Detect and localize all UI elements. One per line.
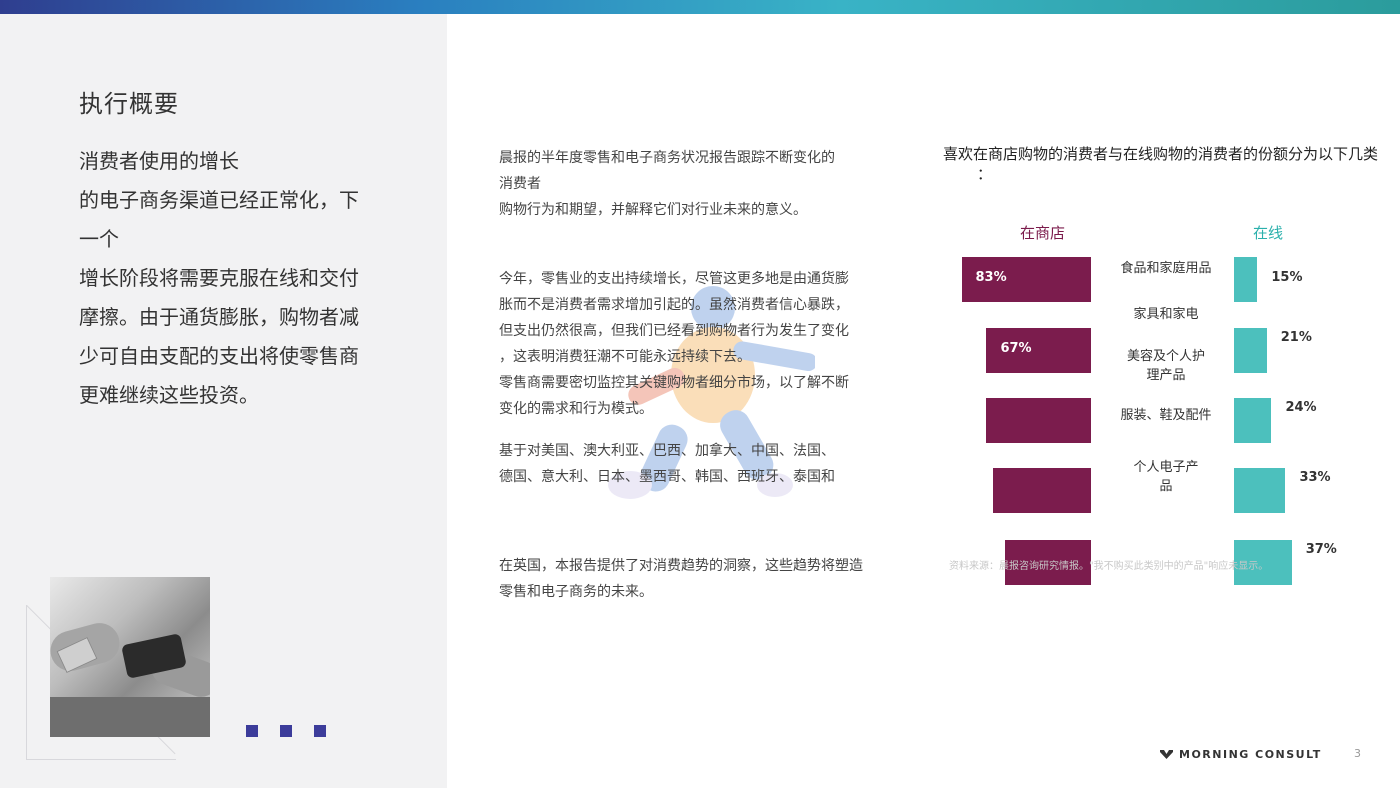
top-gradient-bar	[0, 0, 1400, 14]
spending-paragraph: 今年，零售业的支出持续增长，尽管这更多地是由通货膨 胀而不是消费者需求增加引起的…	[499, 266, 899, 422]
countries-paragraph: 基于对美国、澳大利亚、巴西、加拿大、中国、法国、 德国、意大利、日本、墨西哥、韩…	[499, 438, 899, 490]
bar-online	[1234, 468, 1286, 513]
brand-name: MORNING CONSULT	[1179, 748, 1322, 761]
text-line: 胀而不是消费者需求增加引起的。虽然消费者信心暴跌，	[499, 297, 849, 313]
text-line: 变化的需求和行为模式。	[499, 401, 653, 417]
text-line: 今年，零售业的支出持续增长，尽管这更多地是由通货膨	[499, 271, 849, 287]
uk-paragraph: 在英国，本报告提供了对消费趋势的洞察，这些趋势将塑造 零售和电子商务的未来。	[499, 553, 899, 605]
dot	[246, 725, 258, 737]
category-label: 个人电子产品	[1133, 460, 1199, 494]
text-line: 但支出仍然很高，但我们已经看到购物者行为发生了变化	[499, 323, 849, 339]
bar-online	[1234, 257, 1258, 302]
intro-paragraph: 晨报的半年度零售和电子商务状况报告跟踪不断变化的 消费者 购物行为和期望，并解释…	[499, 145, 899, 223]
text-line: 零售商需要密切监控其关键购物者细分市场，以了解不断	[499, 375, 849, 391]
dot	[314, 725, 326, 737]
text-line: 在英国，本报告提供了对消费趋势的洞察，这些趋势将塑造	[499, 558, 863, 574]
bar-online-label: 37%	[1305, 542, 1337, 557]
summary-line: 一个	[79, 227, 119, 251]
category-label: 服装、鞋及配件	[1120, 408, 1212, 423]
text-line: 基于对美国、澳大利亚、巴西、加拿大、中国、法国、	[499, 443, 835, 459]
bar-online	[1234, 398, 1272, 443]
summary-line: 摩擦。由于通货膨胀，购物者减	[79, 305, 359, 329]
category-label: 美容及个人护 理产品	[1126, 349, 1205, 383]
morning-consult-logo-icon	[1160, 750, 1173, 759]
pagination-dots	[246, 725, 326, 737]
dot	[280, 725, 292, 737]
text-line: 消费者	[499, 176, 541, 192]
text-line: 购物行为和期望，并解释它们对行业未来的意义。	[499, 202, 807, 218]
summary-line: 少可自由支配的支出将使零售商	[79, 344, 359, 368]
legend-store: 在商店	[1020, 224, 1066, 242]
bar-online-label: 33%	[1299, 470, 1331, 485]
text-line: 晨报的半年度零售和电子商务状况报告跟踪不断变化的	[499, 150, 835, 166]
chart-title: 喜欢在商店购物的消费者与在线购物的消费者的份额分为以下几类	[943, 145, 1379, 163]
bar-online-label: 24%	[1285, 400, 1317, 415]
source-note: 资料来源：晨报咨询研究情报。"我不购买此类别中的产品"响应未显示。	[949, 561, 1269, 572]
chart-title-tail: ：	[977, 165, 993, 183]
text-line: 德国、意大利、日本、墨西哥、韩国、西班牙、泰国和	[499, 469, 835, 485]
category-label: 食品和家庭用品	[1120, 261, 1212, 276]
summary-line: 的电子商务渠道已经正常化，下	[79, 188, 359, 212]
bar-store	[986, 398, 1091, 443]
summary-line: 消费者使用的增长	[79, 149, 239, 173]
bar-online	[1234, 328, 1267, 373]
bar-store-label: 67%	[1000, 341, 1032, 356]
payment-photo	[50, 577, 210, 737]
brand-logo: MORNING CONSULT	[1160, 748, 1322, 761]
summary-text: 消费者使用的增长 的电子商务渠道已经正常化，下 一个 增长阶段将需要克服在线和交…	[79, 142, 379, 415]
bar-online-label: 21%	[1280, 330, 1312, 345]
section-title: 执行概要	[79, 90, 179, 118]
legend-online: 在线	[1253, 224, 1284, 242]
bar-store	[993, 468, 1091, 513]
text-line: 零售和电子商务的未来。	[499, 584, 653, 600]
bar-store-label: 83%	[975, 270, 1007, 285]
bar-online-label: 15%	[1271, 270, 1303, 285]
summary-line: 增长阶段将需要克服在线和交付	[79, 266, 359, 290]
summary-line: 更难继续这些投资。	[79, 383, 259, 407]
text-line: ，这表明消费狂潮不可能永远持续下去。	[499, 349, 751, 365]
category-label: 家具和家电	[1133, 307, 1199, 322]
page-number: 3	[1354, 747, 1361, 760]
